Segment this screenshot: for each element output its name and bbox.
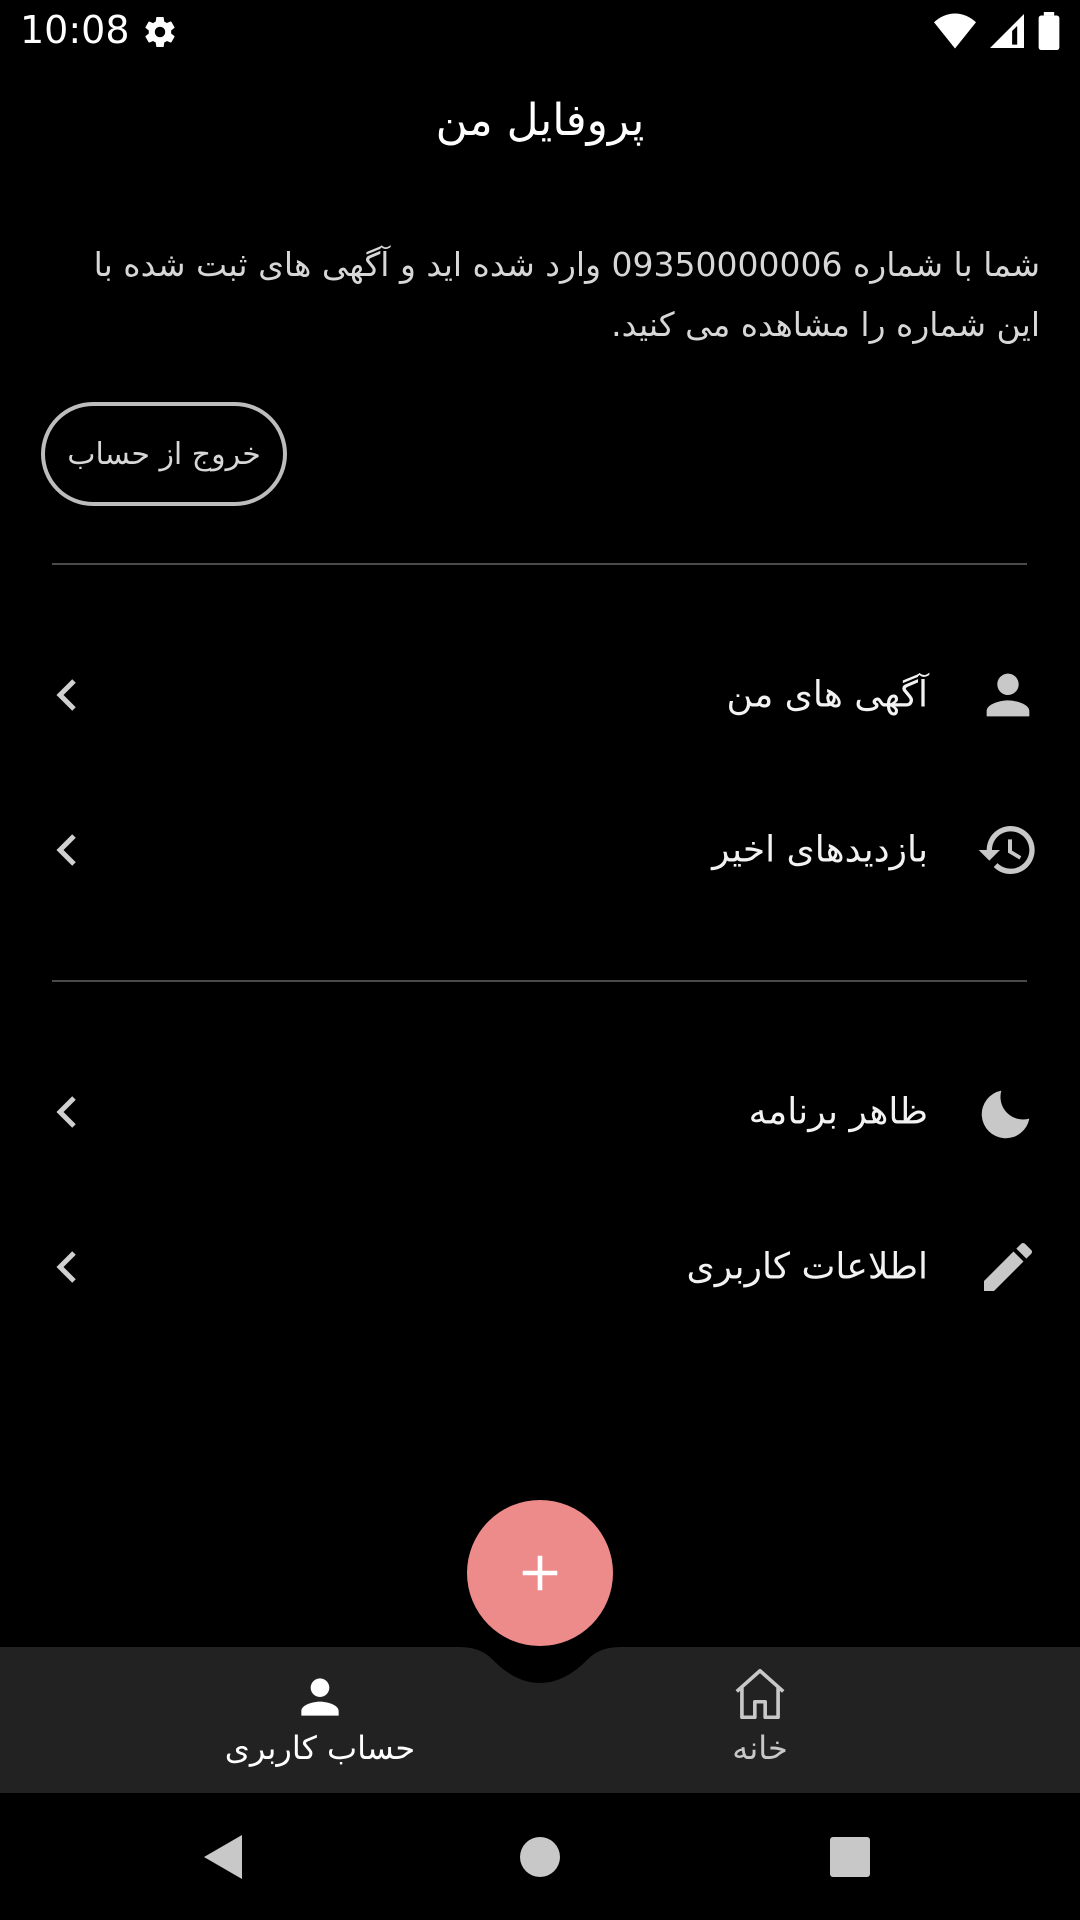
wifi-icon [934, 13, 976, 49]
person-icon [986, 673, 1030, 717]
menu-item-label: ظاهر برنامه [748, 1091, 928, 1133]
chevron-left-icon [56, 679, 76, 711]
battery-icon [1038, 12, 1060, 50]
menu-item-label: اطلاعات کاربری [686, 1246, 928, 1288]
status-icons [934, 12, 1060, 50]
nav-item-home[interactable]: خانه [680, 1647, 840, 1793]
add-ad-fab[interactable] [467, 1500, 613, 1646]
system-navigation-bar [0, 1793, 1080, 1920]
pencil-icon [984, 1242, 1033, 1291]
menu-item-label: بازدیدهای اخیر [712, 829, 928, 871]
nav-label-account: حساب کاربری [224, 1729, 416, 1767]
menu-item-app-appearance[interactable]: ظاهر برنامه [40, 1057, 1040, 1167]
logout-button-label: خروج از حساب [67, 436, 261, 472]
recents-icon[interactable] [830, 1837, 870, 1877]
home-icon [735, 1668, 785, 1720]
divider [52, 980, 1027, 982]
gear-icon [145, 17, 175, 48]
login-info-text: شما با شماره 09350000006 وارد شده اید و … [93, 245, 1040, 344]
nav-item-account[interactable]: حساب کاربری [200, 1647, 440, 1793]
bottom-nav-background [0, 1647, 1080, 1793]
chevron-left-icon [56, 1251, 76, 1283]
home-circle-icon[interactable] [520, 1837, 560, 1877]
logout-button[interactable]: خروج از حساب [41, 402, 287, 506]
nav-label-home: خانه [732, 1729, 788, 1767]
person-icon [301, 1678, 339, 1716]
moon-icon [981, 1090, 1030, 1139]
menu-item-recent-views[interactable]: بازدیدهای اخیر [40, 795, 1040, 905]
plus-icon [522, 1555, 558, 1591]
menu-item-label: آگهی های من [726, 674, 928, 716]
page-title: پروفایل من [435, 95, 645, 146]
chevron-left-icon [56, 1096, 76, 1128]
status-time: 10:08 [20, 8, 130, 52]
menu-item-user-info[interactable]: اطلاعات کاربری [40, 1212, 1040, 1322]
divider [52, 563, 1027, 565]
status-bar: 10:08 [0, 0, 1080, 64]
history-icon [978, 826, 1035, 874]
back-icon[interactable] [204, 1835, 244, 1879]
chevron-left-icon [56, 834, 76, 866]
signal-icon [990, 14, 1024, 48]
bottom-navigation: حساب کاربری خانه [0, 1647, 1080, 1793]
menu-item-my-ads[interactable]: آگهی های من [40, 640, 1040, 750]
